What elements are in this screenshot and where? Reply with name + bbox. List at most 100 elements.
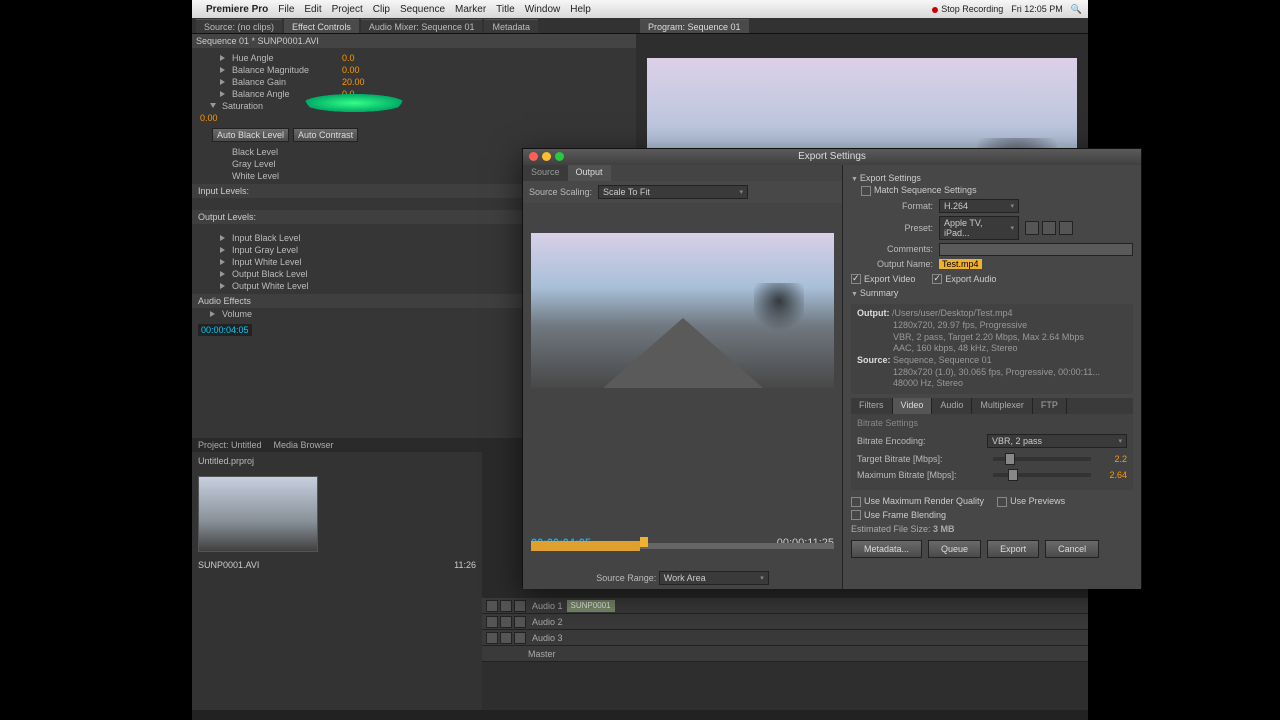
prop-balance-mag[interactable]: Balance Magnitude bbox=[232, 65, 342, 75]
est-size-value: 3 MB bbox=[933, 524, 955, 534]
audio-clip[interactable]: SUNP0001 bbox=[567, 600, 615, 612]
use-previews-checkbox[interactable] bbox=[997, 497, 1007, 507]
bitrate-encoding-label: Bitrate Encoding: bbox=[857, 436, 987, 446]
minimize-icon[interactable] bbox=[542, 152, 551, 161]
preview-scrub-bar[interactable] bbox=[531, 533, 834, 553]
volume-label[interactable]: Volume bbox=[222, 309, 332, 319]
preset-dropdown[interactable]: Apple TV, iPad... bbox=[939, 216, 1019, 240]
mac-menubar: Premiere Pro File Edit Project Clip Sequ… bbox=[192, 0, 1088, 18]
preset-label: Preset: bbox=[851, 223, 939, 233]
source-range-dropdown[interactable]: Work Area bbox=[659, 571, 769, 585]
dialog-title: Export Settings bbox=[523, 149, 1141, 165]
export-audio-checkbox[interactable] bbox=[932, 274, 942, 284]
tab-audio[interactable]: Audio bbox=[932, 398, 972, 414]
auto-black-level-button[interactable]: Auto Black Level bbox=[212, 128, 289, 142]
clip-duration: 11:26 bbox=[454, 560, 476, 570]
metadata-button[interactable]: Metadata... bbox=[851, 540, 922, 558]
menu-clip[interactable]: Clip bbox=[373, 4, 390, 15]
tab-effect-controls[interactable]: Effect Controls bbox=[284, 19, 359, 33]
white-level[interactable]: White Level bbox=[232, 171, 342, 181]
frame-blending-checkbox[interactable] bbox=[851, 510, 861, 520]
menu-marker[interactable]: Marker bbox=[455, 4, 486, 15]
max-bitrate-label: Maximum Bitrate [Mbps]: bbox=[857, 470, 987, 480]
target-bitrate-value[interactable]: 2.2 bbox=[1097, 454, 1127, 464]
output-black[interactable]: Output Black Level bbox=[232, 269, 342, 279]
audio-track-1[interactable]: Audio 1SUNP0001 bbox=[482, 598, 1088, 614]
black-level[interactable]: Black Level bbox=[232, 147, 342, 157]
prop-balance-gain[interactable]: Balance Gain bbox=[232, 77, 342, 87]
clip-thumbnail[interactable] bbox=[198, 476, 318, 552]
match-sequence-label: Match Sequence Settings bbox=[874, 185, 977, 195]
zoom-icon[interactable] bbox=[555, 152, 564, 161]
tab-media-browser[interactable]: Media Browser bbox=[268, 440, 340, 450]
max-bitrate-slider[interactable] bbox=[993, 473, 1091, 477]
format-dropdown[interactable]: H.264 bbox=[939, 199, 1019, 213]
import-preset-icon[interactable] bbox=[1042, 221, 1056, 235]
sequence-clip-name: Sequence 01 * SUNP0001.AVI bbox=[192, 34, 636, 48]
menu-file[interactable]: File bbox=[278, 4, 294, 15]
export-settings-header: Export Settings bbox=[851, 171, 1133, 185]
summary-header: Summary bbox=[851, 286, 1133, 300]
bitrate-section-label: Bitrate Settings bbox=[857, 418, 1127, 428]
tab-multiplexer[interactable]: Multiplexer bbox=[972, 398, 1033, 414]
tab-filters[interactable]: Filters bbox=[851, 398, 893, 414]
status-bar bbox=[192, 710, 1088, 720]
clip-name[interactable]: SUNP0001.AVI bbox=[198, 560, 259, 570]
bitrate-encoding-dropdown[interactable]: VBR, 2 pass bbox=[987, 434, 1127, 448]
tab-audio-mixer[interactable]: Audio Mixer: Sequence 01 bbox=[361, 19, 483, 33]
menu-title[interactable]: Title bbox=[496, 4, 515, 15]
comments-input[interactable] bbox=[939, 243, 1133, 256]
comments-label: Comments: bbox=[851, 244, 939, 254]
tab-source[interactable]: Source: (no clips) bbox=[196, 19, 282, 33]
menu-help[interactable]: Help bbox=[570, 4, 591, 15]
app-name[interactable]: Premiere Pro bbox=[206, 4, 268, 15]
save-preset-icon[interactable] bbox=[1025, 221, 1039, 235]
output-name-label: Output Name: bbox=[851, 259, 939, 269]
master-track[interactable]: Master bbox=[482, 646, 1088, 662]
format-label: Format: bbox=[851, 201, 939, 211]
target-bitrate-label: Target Bitrate [Mbps]: bbox=[857, 454, 987, 464]
tab-video[interactable]: Video bbox=[893, 398, 933, 414]
output-white[interactable]: Output White Level bbox=[232, 281, 342, 291]
auto-contrast-button[interactable]: Auto Contrast bbox=[293, 128, 358, 142]
cancel-button[interactable]: Cancel bbox=[1045, 540, 1099, 558]
project-panel: Project: Untitled Media Browser Untitled… bbox=[192, 438, 482, 710]
gray-level[interactable]: Gray Level bbox=[232, 159, 342, 169]
input-gray[interactable]: Input Gray Level bbox=[232, 245, 342, 255]
close-icon[interactable] bbox=[529, 152, 538, 161]
project-name: Untitled.prproj bbox=[192, 452, 482, 470]
input-black[interactable]: Input Black Level bbox=[232, 233, 342, 243]
output-name-link[interactable]: Test.mp4 bbox=[939, 259, 982, 269]
summary-box: Output: /Users/user/Desktop/Test.mp4 128… bbox=[851, 304, 1133, 394]
stop-recording[interactable]: Stop Recording bbox=[932, 4, 1003, 14]
menu-edit[interactable]: Edit bbox=[304, 4, 321, 15]
effect-timecode[interactable]: 00:00:04:05 bbox=[198, 324, 252, 336]
input-white[interactable]: Input White Level bbox=[232, 257, 342, 267]
queue-button[interactable]: Queue bbox=[928, 540, 981, 558]
export-settings-dialog: Export Settings Source Output Source Sca… bbox=[522, 148, 1142, 588]
source-scaling-label: Source Scaling: bbox=[529, 187, 592, 197]
prop-hue-angle[interactable]: Hue Angle bbox=[232, 53, 342, 63]
tab-source-preview[interactable]: Source bbox=[523, 165, 568, 181]
audio-track-3[interactable]: Audio 3 bbox=[482, 630, 1088, 646]
spotlight-icon[interactable]: 🔍 bbox=[1071, 4, 1082, 15]
target-bitrate-slider[interactable] bbox=[993, 457, 1091, 461]
tab-metadata[interactable]: Metadata bbox=[484, 19, 538, 33]
tab-ftp[interactable]: FTP bbox=[1033, 398, 1067, 414]
source-range-label: Source Range: bbox=[596, 573, 656, 583]
delete-preset-icon[interactable] bbox=[1059, 221, 1073, 235]
source-scaling-dropdown[interactable]: Scale To Fit bbox=[598, 185, 748, 199]
tab-project[interactable]: Project: Untitled bbox=[192, 440, 268, 450]
menu-sequence[interactable]: Sequence bbox=[400, 4, 445, 15]
export-button[interactable]: Export bbox=[987, 540, 1039, 558]
tab-program[interactable]: Program: Sequence 01 bbox=[640, 19, 749, 33]
menu-window[interactable]: Window bbox=[525, 4, 561, 15]
menu-project[interactable]: Project bbox=[332, 4, 363, 15]
audio-track-2[interactable]: Audio 2 bbox=[482, 614, 1088, 630]
max-render-quality-checkbox[interactable] bbox=[851, 497, 861, 507]
export-preview bbox=[531, 233, 834, 388]
tab-output-preview[interactable]: Output bbox=[568, 165, 611, 181]
max-bitrate-value[interactable]: 2.64 bbox=[1097, 470, 1127, 480]
export-video-checkbox[interactable] bbox=[851, 274, 861, 284]
match-sequence-checkbox[interactable] bbox=[861, 186, 871, 196]
